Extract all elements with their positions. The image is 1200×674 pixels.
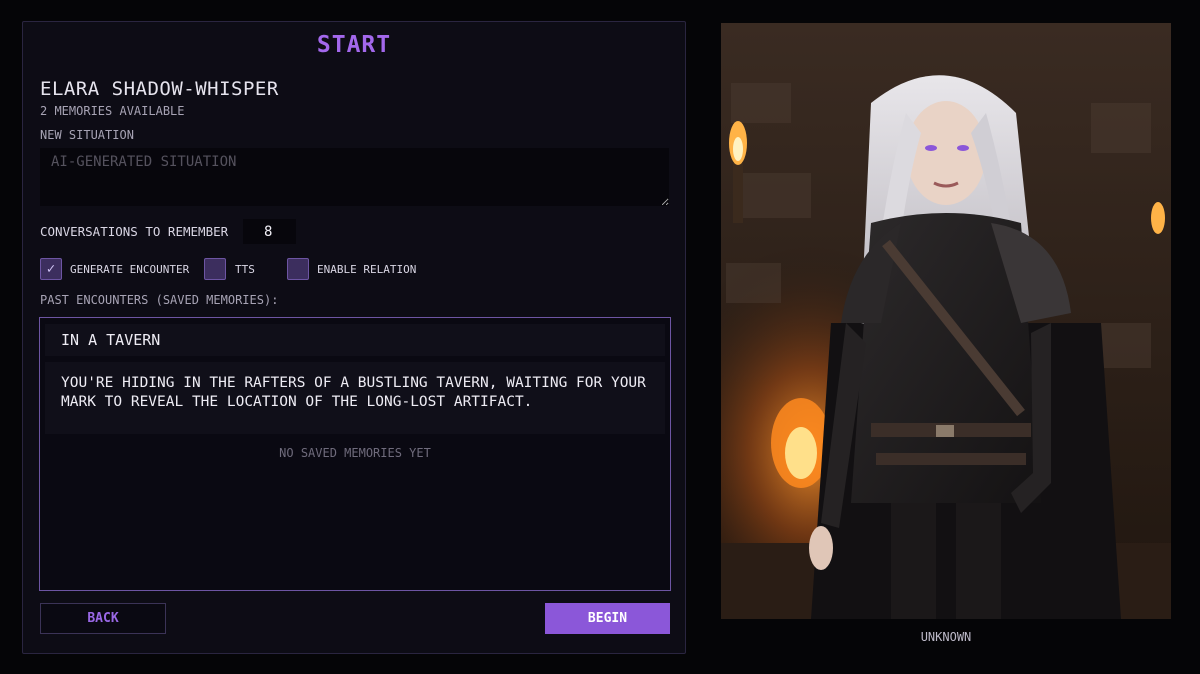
new-situation-label: NEW SITUATION (40, 128, 134, 142)
begin-button[interactable]: BEGIN (545, 603, 670, 634)
conversations-input[interactable]: 8 (243, 219, 296, 244)
portrait-caption: UNKNOWN (920, 630, 972, 644)
character-name: ELARA SHADOW-WHISPER (40, 78, 279, 100)
past-encounters-list[interactable]: IN A TAVERN YOU'RE HIDING IN THE RAFTERS… (39, 317, 671, 591)
enable-relation-label: ENABLE RELATION (317, 263, 417, 276)
page-title: START (316, 32, 392, 58)
character-portrait (721, 23, 1171, 619)
conversations-label: CONVERSATIONS TO REMEMBER (40, 224, 229, 239)
start-panel: START ELARA SHADOW-WHISPER 2 MEMORIES AV… (22, 21, 686, 654)
tts-checkbox[interactable] (204, 258, 226, 280)
back-button[interactable]: BACK (40, 603, 166, 634)
memories-count: 2 MEMORIES AVAILABLE (40, 104, 185, 118)
empty-memories-note: NO SAVED MEMORIES YET (279, 446, 431, 460)
enable-relation-checkbox[interactable] (287, 258, 309, 280)
situation-input[interactable] (40, 148, 669, 206)
encounter-title[interactable]: IN A TAVERN (45, 324, 665, 356)
encounter-description: YOU'RE HIDING IN THE RAFTERS OF A BUSTLI… (45, 362, 665, 434)
generate-encounter-checkbox[interactable]: ✓ (40, 258, 62, 280)
past-encounters-label: PAST ENCOUNTERS (SAVED MEMORIES): (40, 293, 279, 307)
tts-label: TTS (235, 263, 255, 276)
check-icon: ✓ (46, 261, 56, 277)
generate-encounter-label: GENERATE ENCOUNTER (70, 263, 190, 276)
